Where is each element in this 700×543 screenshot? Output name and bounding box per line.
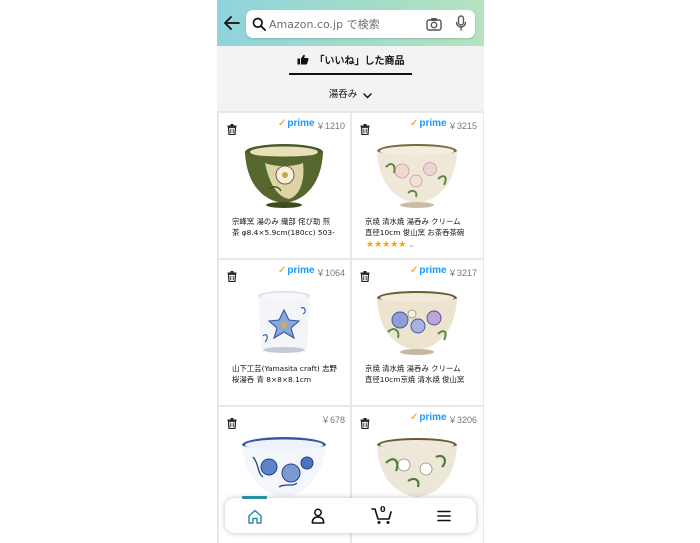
tab-liked-label: 「いいね」した商品 [314, 56, 405, 67]
product-image [239, 139, 329, 214]
tab-liked-items[interactable]: 「いいね」した商品 [289, 46, 412, 75]
trash-icon[interactable] [227, 414, 237, 433]
product-image [372, 433, 462, 508]
product-title[interactable]: 京焼 清水焼 湯呑み クリーム 直径10cm京焼 清水焼 俊山窯 [365, 363, 477, 385]
prime-badge: ✓prime [410, 412, 447, 423]
search-placeholder: Amazon.co.jp で検索 [269, 18, 380, 31]
trash-icon[interactable] [360, 120, 370, 139]
prime-badge: ✓prime [278, 118, 315, 129]
price: ￥678 [321, 415, 346, 425]
trash-icon[interactable] [360, 267, 370, 286]
product-card[interactable]: ✓prime ￥1210 宗峰窯 湯のみ 織部 侘び助 煎 茶 φ8.4×5.9… [219, 113, 350, 258]
menu-icon[interactable] [433, 506, 455, 526]
search-input[interactable]: Amazon.co.jp で検索 [246, 10, 475, 38]
thumbs-up-icon [297, 50, 309, 69]
back-arrow-icon[interactable] [221, 12, 243, 34]
product-title[interactable]: 山下工芸(Yamasita craft) 志野 桜湯呑 青 8×8×8.1cm [232, 363, 344, 385]
chevron-down-icon [363, 84, 372, 103]
search-icon [252, 16, 266, 35]
trash-icon[interactable] [227, 120, 237, 139]
star-rating[interactable]: ★★★★★ ⌄ [366, 240, 414, 250]
prime-badge: ✓prime [410, 265, 447, 276]
price: ￥3217 [448, 268, 478, 278]
chevron-down-icon: ⌄ [408, 241, 415, 249]
product-image [372, 286, 462, 361]
price: ￥1064 [316, 268, 346, 278]
category-filter-dropdown[interactable]: 湯呑み [217, 75, 484, 111]
product-grid: ✓prime ￥1210 宗峰窯 湯のみ 織部 侘び助 煎 茶 φ8.4×5.9… [217, 111, 484, 543]
product-card[interactable]: ✓prime ￥3215 京焼 清水焼 湯呑み クリーム 直径10cm 俊山窯 … [352, 113, 483, 258]
phone-screen: Amazon.co.jp で検索 「いいね」した商品 湯呑み ✓prime ￥1… [217, 0, 484, 543]
price: ￥3215 [448, 121, 478, 131]
home-icon[interactable] [244, 506, 266, 526]
price: ￥3206 [448, 415, 478, 425]
prime-badge: ✓prime [278, 265, 315, 276]
cart-count: 0 [380, 505, 386, 514]
bottom-navigation: 0 [225, 496, 476, 533]
price: ￥1210 [316, 121, 346, 131]
mic-icon[interactable] [455, 15, 467, 36]
product-card[interactable]: ✓prime ￥1064 山下工芸(Yamasita craft) 志野 桜湯呑… [219, 260, 350, 405]
cart-icon[interactable]: 0 [370, 505, 394, 526]
product-title[interactable]: 京焼 清水焼 湯呑み クリーム 直径10cm 俊山窯 お茶呑茶碗 [365, 216, 477, 238]
prime-badge: ✓prime [410, 118, 447, 129]
active-tab-indicator [242, 496, 267, 499]
trash-icon[interactable] [360, 414, 370, 433]
product-image [372, 139, 462, 214]
filter-label: 湯呑み [328, 89, 358, 100]
product-title[interactable]: 宗峰窯 湯のみ 織部 侘び助 煎 茶 φ8.4×5.9cm(180cc) 503… [232, 216, 344, 238]
product-image [239, 286, 329, 361]
top-bar: Amazon.co.jp で検索 [217, 0, 484, 46]
account-icon[interactable] [307, 506, 329, 526]
camera-icon[interactable] [426, 16, 442, 35]
trash-icon[interactable] [227, 267, 237, 286]
product-card[interactable]: ✓prime ￥3217 京焼 清水焼 湯呑み クリーム 直径10cm京焼 清水 [352, 260, 483, 405]
tab-bar: 「いいね」した商品 [217, 46, 484, 75]
